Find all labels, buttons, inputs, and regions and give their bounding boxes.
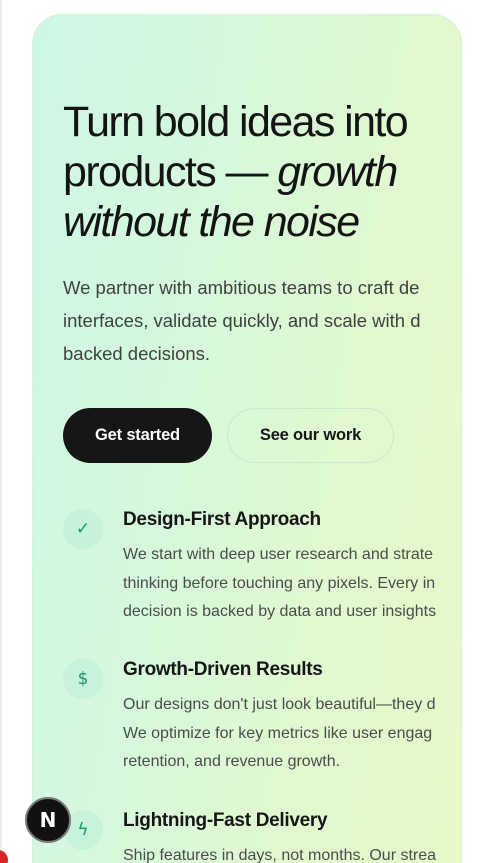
lede-line: interfaces, validate quickly, and scale … <box>63 310 421 331</box>
page-edge <box>0 0 2 863</box>
feature-description-line: We start with deep user research and str… <box>123 546 434 563</box>
feature-description-line: Our designs don't just look beautiful—th… <box>123 696 436 713</box>
feature-title: Lightning-Fast Delivery <box>123 810 328 831</box>
feature-description-line: retention, and revenue growth. <box>123 753 341 770</box>
feature-description-line: decision is backed by data and user insi… <box>123 603 437 620</box>
feature-description: Ship features in days, not months. Our s… <box>123 842 461 863</box>
get-started-button[interactable]: Get started <box>63 408 212 463</box>
headline-line-2-plain: products — <box>63 148 278 196</box>
headline-line-3-italic: without the noise <box>63 198 360 246</box>
hero-lede: We partner with ambitious teams to craft… <box>63 271 461 370</box>
feature-description-line: We optimize for key metrics like user en… <box>123 724 433 742</box>
feature-description: We start with deep user research and str… <box>123 541 461 627</box>
error-indicator-icon[interactable] <box>0 850 8 863</box>
feature-title: Growth-Driven Results <box>123 659 323 680</box>
see-our-work-button[interactable]: See our work <box>227 408 394 463</box>
headline-line-1: Turn bold ideas into <box>63 98 409 146</box>
feature-title: Design-First Approach <box>123 509 321 530</box>
hero-card: Turn bold ideas into products — growth w… <box>32 14 462 863</box>
feature-description: Our designs don't just look beautiful—th… <box>123 691 461 777</box>
feature-description-line: thinking before touching any pixels. Eve… <box>123 574 436 592</box>
hero-headline: Turn bold ideas into products — growth w… <box>63 97 461 247</box>
nextjs-dev-badge-icon[interactable]: N <box>25 797 71 843</box>
dollar-icon: $ <box>63 659 103 699</box>
lede-line: We partner with ambitious teams to craft… <box>63 277 420 298</box>
feature-description-line: Ship features in days, not months. Our s… <box>123 847 437 863</box>
lede-line: backed decisions. <box>63 343 211 364</box>
check-icon: ✓ <box>63 509 103 549</box>
headline-line-2-italic: growth <box>277 148 398 196</box>
